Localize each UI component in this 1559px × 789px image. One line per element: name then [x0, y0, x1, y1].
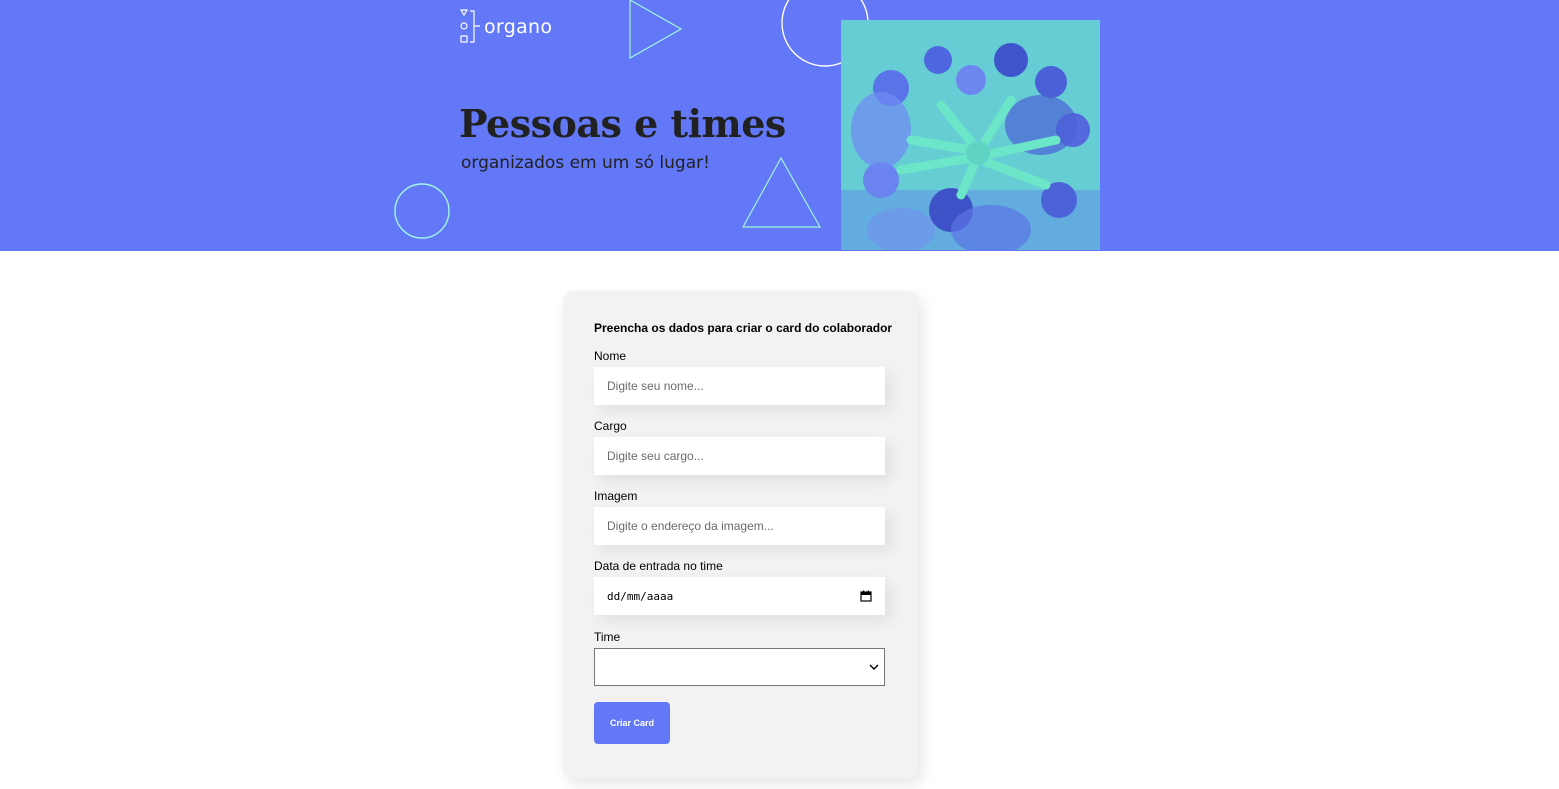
role-input[interactable]: [594, 437, 885, 475]
circle-outline-decoration-small: [394, 183, 450, 239]
image-label: Imagem: [594, 489, 638, 503]
join-date-label: Data de entrada no time: [594, 559, 723, 573]
create-card-button[interactable]: Criar Card: [594, 702, 670, 744]
triangle-outline-decoration: [629, 0, 683, 60]
organo-logo[interactable]: organo: [459, 8, 552, 46]
join-date-input[interactable]: dd/mm/aaaa: [594, 577, 885, 615]
team-select[interactable]: [594, 648, 885, 686]
chevron-down-icon: [869, 664, 879, 670]
logo-text: organo: [484, 16, 553, 38]
team-label: Time: [594, 630, 621, 644]
hero-banner: organo Pessoas e times organizados em um…: [0, 0, 1559, 251]
triangle-outline-decoration-bottom: [741, 156, 822, 228]
page-subheadline: organizados em um só lugar!: [461, 153, 710, 173]
organo-logo-icon: [459, 9, 480, 43]
join-date-value: dd/mm/aaaa: [607, 589, 674, 603]
calendar-icon[interactable]: [860, 590, 872, 602]
form-title: Preencha os dados para criar o card do c…: [594, 321, 893, 335]
collaborator-form: Preencha os dados para criar o card do c…: [563, 291, 918, 778]
role-label: Cargo: [594, 419, 627, 433]
page-headline: Pessoas e times: [459, 101, 786, 146]
name-label: Nome: [594, 349, 627, 363]
name-input[interactable]: [594, 367, 885, 405]
team-hands-photo: [841, 20, 1100, 250]
image-url-input[interactable]: [594, 507, 885, 545]
